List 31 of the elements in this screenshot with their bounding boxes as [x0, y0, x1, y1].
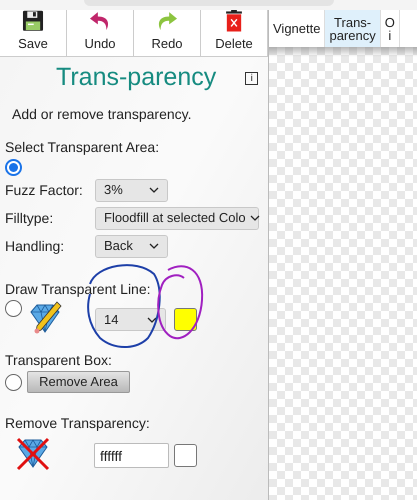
toolbar-button[interactable]: Redo [134, 10, 201, 56]
radio-button[interactable] [5, 300, 22, 317]
field-label: Filltype: [5, 208, 54, 228]
dropdown[interactable]: Back [95, 234, 168, 258]
field-label: Fuzz Factor: [5, 180, 84, 200]
dropdown[interactable]: 3% [95, 178, 168, 202]
dropdown[interactable]: 14 [95, 308, 166, 331]
remove-area-button[interactable]: Remove Area [27, 371, 130, 393]
dropdown[interactable]: Floodfill at selected Colo [95, 206, 259, 230]
toolbar-button[interactable]: Undo [67, 10, 134, 56]
panel-title: Trans-parency [56, 62, 216, 94]
color-code-field[interactable]: ffffff [94, 443, 169, 468]
crossed-diamond-icon[interactable] [15, 435, 51, 471]
description: Add or remove transparency. [12, 105, 192, 124]
radio-button[interactable] [5, 159, 22, 176]
toolbar-button[interactable]: Delete [201, 10, 268, 56]
chevron-down-icon [149, 243, 159, 249]
section-label: Transparent Box: [5, 351, 113, 370]
section-label: Select Transparent Area: [5, 138, 160, 157]
toolbar-button[interactable]: Save [0, 10, 67, 56]
section-label: Remove Transparency: [5, 414, 151, 433]
color-swatch[interactable] [174, 444, 197, 467]
tab[interactable]: Trans- parency [325, 10, 381, 47]
section-label: Draw Transparent Line: [5, 280, 152, 299]
color-swatch[interactable] [174, 308, 197, 331]
info-button[interactable]: i [245, 72, 258, 84]
chevron-down-icon [250, 215, 260, 221]
radio-button[interactable] [5, 374, 22, 390]
field-label: Handling: [5, 236, 66, 256]
chevron-down-icon [147, 316, 157, 322]
chevron-down-icon [149, 187, 159, 193]
